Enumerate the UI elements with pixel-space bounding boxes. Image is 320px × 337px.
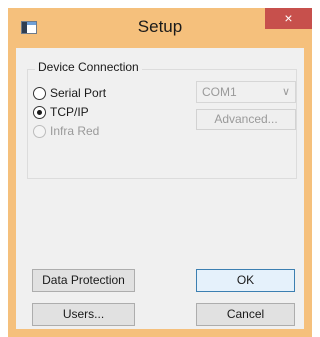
users-button[interactable]: Users... — [32, 303, 135, 326]
cancel-button[interactable]: Cancel — [196, 303, 295, 326]
tcp-ip-radio[interactable] — [33, 106, 46, 119]
serial-port-radio[interactable] — [33, 87, 46, 100]
radio-selected-dot — [37, 110, 42, 115]
infra-red-radio[interactable] — [33, 125, 46, 138]
infra-red-label[interactable]: Infra Red — [50, 124, 99, 138]
device-connection-label: Device Connection — [35, 60, 142, 74]
title-bar[interactable]: Setup × — [8, 8, 312, 48]
data-protection-button[interactable]: Data Protection — [32, 269, 135, 292]
ok-button[interactable]: OK — [196, 269, 295, 292]
tcp-ip-label[interactable]: TCP/IP — [50, 105, 89, 119]
dialog-body: Device Connection Serial Port TCP/IP Inf… — [16, 48, 304, 329]
chevron-down-icon: ∨ — [281, 86, 290, 98]
port-select-value: COM1 — [202, 85, 237, 99]
setup-window: Setup × Device Connection Serial Port TC… — [8, 8, 312, 337]
serial-port-label[interactable]: Serial Port — [50, 86, 106, 100]
advanced-button[interactable]: Advanced... — [196, 109, 296, 130]
close-button[interactable]: × — [265, 8, 312, 29]
port-select[interactable]: COM1 ∨ — [196, 81, 296, 103]
